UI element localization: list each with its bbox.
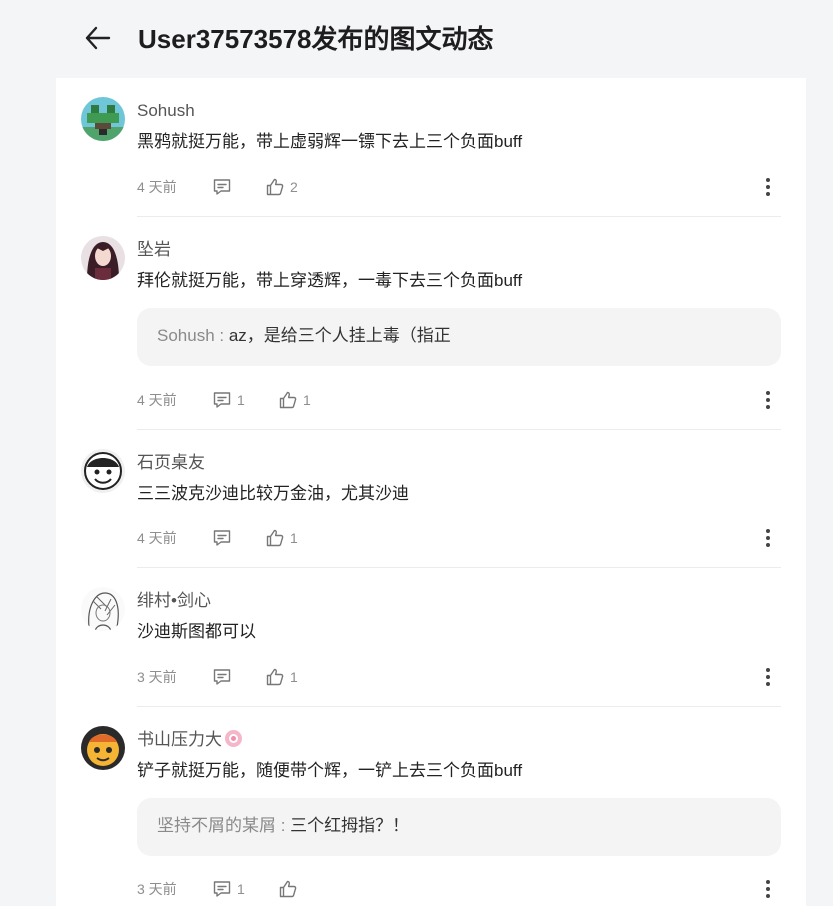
- top-bar: User37573578发布的图文动态: [0, 0, 833, 78]
- more-options-icon[interactable]: [759, 877, 777, 901]
- more-options-icon[interactable]: [759, 526, 777, 550]
- avatar[interactable]: [81, 236, 125, 280]
- like-count: 1: [290, 669, 298, 685]
- comment-text: 拜伦就挺万能，带上穿透辉，一毒下去三个负面buff: [137, 271, 523, 290]
- like-count: 1: [290, 530, 298, 546]
- comment-actions: 4 天前 1: [137, 526, 781, 550]
- comment-actions: 4 天前 1 1: [137, 388, 781, 412]
- comment-actions: 4 天前 2: [137, 175, 781, 199]
- page-title: User37573578发布的图文动态: [138, 24, 494, 54]
- divider: [137, 706, 781, 707]
- timestamp: 3 天前: [137, 669, 177, 685]
- comment-actions: 3 天前 1: [137, 877, 781, 901]
- thumbs-up-icon: [266, 668, 284, 686]
- vip-badge-icon: [225, 730, 242, 747]
- avatar[interactable]: [81, 587, 125, 631]
- reply-count: 1: [237, 392, 245, 408]
- reply-username[interactable]: Sohush :: [157, 326, 229, 345]
- comment-text: 三三波克沙迪比较万金油，尤其沙迪: [137, 484, 409, 503]
- more-options-icon[interactable]: [759, 665, 777, 689]
- comment-text: 沙迪斯图都可以: [137, 622, 256, 641]
- quoted-reply[interactable]: Sohush : az，是给三个人挂上毒（指正: [137, 308, 781, 366]
- username[interactable]: 书山压力大: [137, 729, 242, 751]
- reply-count: 1: [237, 881, 245, 897]
- avatar[interactable]: [81, 726, 125, 770]
- username[interactable]: 坠岩: [137, 239, 171, 261]
- comment-icon: [213, 392, 231, 408]
- username-text: 书山压力大: [137, 730, 222, 749]
- thumbs-up-icon: [266, 529, 284, 547]
- reply-username[interactable]: 坚持不屑的某屑 :: [157, 816, 290, 835]
- comment-icon: [213, 179, 231, 195]
- comment-icon: [213, 881, 231, 897]
- more-options-icon[interactable]: [759, 175, 777, 199]
- divider: [137, 429, 781, 430]
- timestamp: 4 天前: [137, 530, 177, 546]
- comment-text: 黑鸦就挺万能，带上虚弱辉一镖下去上三个负面buff: [137, 132, 523, 151]
- comment-icon: [213, 530, 231, 546]
- reply-text: 三个红拇指？！: [290, 816, 410, 835]
- like-count: 2: [290, 179, 298, 195]
- quoted-reply[interactable]: 坚持不屑的某屑 : 三个红拇指？！: [137, 798, 781, 856]
- username[interactable]: 石页桌友: [137, 452, 205, 474]
- username[interactable]: 绯村•剑心: [137, 590, 211, 612]
- more-options-icon[interactable]: [759, 388, 777, 412]
- comment-actions: 3 天前 1: [137, 665, 781, 689]
- comment-icon: [213, 669, 231, 685]
- timestamp: 4 天前: [137, 179, 177, 195]
- avatar[interactable]: [81, 97, 125, 141]
- thumbs-up-icon: [279, 391, 297, 409]
- comment-list: Sohush 黑鸦就挺万能，带上虚弱辉一镖下去上三个负面buff 4 天前 2: [56, 78, 806, 906]
- divider: [137, 567, 781, 568]
- timestamp: 4 天前: [137, 392, 177, 408]
- reply-text: az，是给三个人挂上毒（指正: [228, 326, 451, 345]
- like-count: 1: [303, 392, 311, 408]
- username[interactable]: Sohush: [137, 100, 195, 122]
- comment-text: 铲子就挺万能，随便带个辉，一铲上去三个负面buff: [137, 761, 523, 780]
- thumbs-up-icon: [279, 880, 297, 898]
- thumbs-up-icon: [266, 178, 284, 196]
- divider: [137, 216, 781, 217]
- timestamp: 3 天前: [137, 881, 177, 897]
- avatar[interactable]: [81, 449, 125, 493]
- back-arrow-icon[interactable]: [82, 22, 114, 54]
